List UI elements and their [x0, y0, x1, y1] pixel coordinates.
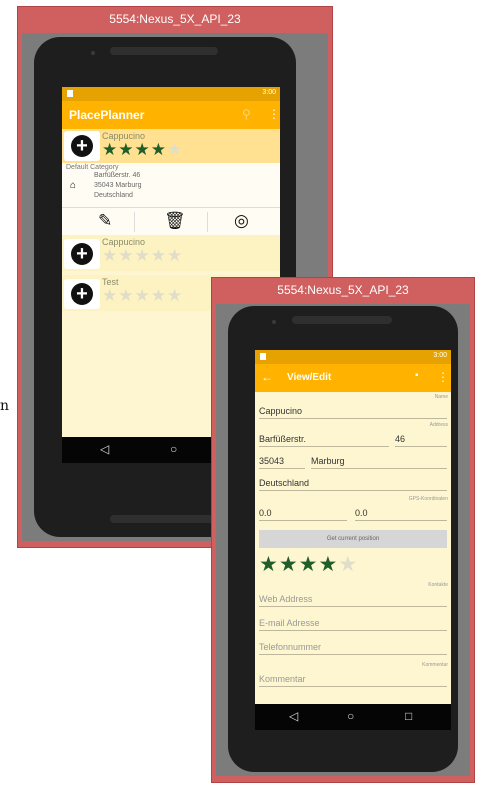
gps-label: GPS-Koordinaten [408, 496, 448, 502]
emulator-title: 5554:Nexus_5X_API_23 [109, 12, 241, 26]
country: Deutschland [94, 192, 133, 199]
address-block: Barfüßerstr. 46 35043 Marburg Deutschlan… [94, 171, 142, 201]
top-speaker [110, 47, 218, 55]
notification-icon [67, 90, 73, 97]
star-icon: ★ [150, 140, 167, 159]
plus-icon: + [71, 283, 93, 305]
divider [134, 212, 135, 232]
delete-icon[interactable]: 🗑 [164, 211, 186, 231]
recent-apps-button[interactable]: □ [405, 709, 412, 723]
nav-bar: ◁ ○ □ [255, 704, 451, 730]
city-field[interactable]: Marburg [311, 456, 447, 469]
star-icon: ★ [278, 553, 299, 576]
list-item[interactable]: + Cappucino ★★★★★ [62, 129, 280, 163]
longitude-field[interactable]: 0.0 [355, 508, 447, 521]
get-position-button[interactable]: Get current position [259, 530, 447, 548]
star-icon: ★ [167, 140, 184, 159]
divider [207, 212, 208, 232]
star-icon: ★ [134, 140, 151, 159]
emulator-frame: 3:00 ← View/Edit ▪ ⋮ Name Cappucino Addr… [216, 304, 470, 776]
zip: 35043 [94, 182, 114, 189]
edit-icon[interactable]: ✎ [98, 211, 112, 231]
phone-field[interactable]: Telefonnummer [259, 642, 447, 655]
back-button[interactable]: ◁ [289, 709, 298, 723]
star-icon: ★ [298, 553, 319, 576]
star-icon: ★ [134, 286, 151, 305]
web-address-field[interactable]: Web Address [259, 594, 447, 607]
phone-body: 3:00 ← View/Edit ▪ ⋮ Name Cappucino Addr… [228, 306, 458, 772]
stray-text: n [0, 398, 10, 414]
edit-form: Name Cappucino Address Barfüßerstr. 46 3… [255, 392, 451, 704]
front-camera [91, 51, 95, 55]
add-button[interactable]: + [64, 131, 100, 161]
status-time: 3:00 [433, 352, 447, 359]
country-field[interactable]: Deutschland [259, 478, 447, 491]
name-label: Name [434, 394, 448, 400]
star-icon: ★ [150, 246, 167, 265]
street-field[interactable]: Barfüßerstr. [259, 434, 389, 447]
rating-stars: ★★★★★ [102, 286, 183, 306]
star-icon: ★ [118, 286, 135, 305]
star-icon: ★ [150, 286, 167, 305]
name-field[interactable]: Cappucino [259, 406, 447, 419]
street: Barfüßerstr. [94, 172, 131, 179]
search-icon[interactable]: ⚲ [242, 107, 251, 121]
notification-icon [260, 353, 266, 360]
rating-stars[interactable]: ★★★★★ [259, 552, 358, 577]
comment-label: Kommentar [422, 662, 448, 668]
back-arrow-icon[interactable]: ← [261, 370, 273, 384]
add-button[interactable]: + [64, 239, 100, 269]
more-vert-icon[interactable]: ⋮ [437, 370, 449, 384]
latitude-field[interactable]: 0.0 [259, 508, 347, 521]
star-icon: ★ [118, 246, 135, 265]
home-button[interactable]: ○ [347, 709, 354, 723]
star-icon: ★ [338, 553, 359, 576]
status-time: 3:00 [262, 89, 276, 96]
rating-stars: ★★★★★ [102, 140, 183, 160]
status-bar: 3:00 [62, 87, 280, 101]
zip-field[interactable]: 35043 [259, 456, 305, 469]
bottom-speaker [110, 515, 218, 523]
gps-target-icon[interactable]: ◎ [234, 211, 249, 231]
item-detail: Default Category ⌂ Barfüßerstr. 46 35043… [62, 163, 280, 207]
app-title: PlacePlanner [69, 108, 145, 122]
add-button[interactable]: + [64, 279, 100, 309]
category-label: Default Category [66, 164, 119, 171]
edit-screen: 3:00 ← View/Edit ▪ ⋮ Name Cappucino Addr… [255, 350, 451, 730]
star-icon: ★ [167, 286, 184, 305]
plus-icon: + [71, 135, 93, 157]
home-icon: ⌂ [70, 180, 77, 191]
star-icon: ★ [102, 286, 119, 305]
screen-title: View/Edit [287, 372, 332, 383]
star-icon: ★ [167, 246, 184, 265]
star-icon: ★ [102, 140, 119, 159]
back-button[interactable]: ◁ [100, 442, 109, 456]
front-camera [272, 320, 276, 324]
star-icon: ★ [318, 553, 339, 576]
star-icon: ★ [118, 140, 135, 159]
star-icon: ★ [259, 553, 279, 576]
home-button[interactable]: ○ [170, 442, 177, 456]
status-bar: 3:00 [255, 350, 451, 364]
action-row: ✎ 🗑 ◎ [62, 207, 280, 235]
emulator-title: 5554:Nexus_5X_API_23 [277, 283, 409, 297]
top-speaker [292, 316, 392, 324]
delete-icon[interactable]: ▪ [415, 370, 419, 381]
app-bar: PlacePlanner ⚲ ⋮ [62, 101, 280, 129]
emulator-window-edit: 5554:Nexus_5X_API_23 3:00 ← View/Edit ▪ … [211, 277, 475, 783]
star-icon: ★ [134, 246, 151, 265]
city: Marburg [115, 182, 142, 189]
more-vert-icon[interactable]: ⋮ [268, 107, 280, 121]
rating-stars: ★★★★★ [102, 246, 183, 266]
comment-field[interactable]: Kommentar [259, 674, 447, 687]
plus-icon: + [71, 243, 93, 265]
star-icon: ★ [102, 246, 119, 265]
number-field[interactable]: 46 [395, 434, 447, 447]
app-bar: ← View/Edit ▪ ⋮ [255, 364, 451, 392]
contacts-label: Kontakte [428, 582, 448, 588]
email-field[interactable]: E-mail Adresse [259, 618, 447, 631]
address-label: Address [429, 422, 448, 428]
list-item[interactable]: + Cappucino ★★★★★ [62, 235, 280, 271]
street-number: 46 [132, 172, 141, 179]
